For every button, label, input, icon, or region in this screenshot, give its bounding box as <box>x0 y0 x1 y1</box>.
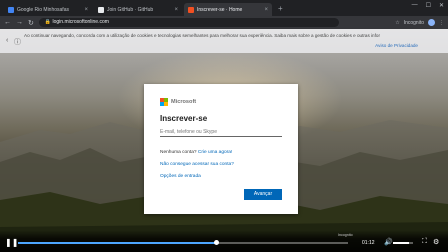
video-controls: Incognito ❚❚ 01:12 🔊 ⛶ ⚙ <box>0 230 448 252</box>
signin-title: Inscrever-se <box>160 114 208 123</box>
create-account-link[interactable]: Crie uma agora! <box>198 150 232 155</box>
tab-favicon-icon <box>98 6 104 13</box>
address-text: login.microsoftonline.com <box>52 19 109 25</box>
close-window-icon[interactable]: ✕ <box>439 2 444 9</box>
new-tab-button[interactable]: + <box>274 3 287 16</box>
tab-title: Inscrever-se · Home <box>197 6 243 13</box>
profile-label: Incognito <box>403 19 424 26</box>
forward-icon[interactable]: → <box>16 19 23 26</box>
browser-tab-active[interactable]: Inscrever-se · Home × <box>184 3 272 16</box>
star-icon[interactable]: ☆ <box>395 20 399 26</box>
tab-title: Join GitHub · GitHub <box>107 6 154 13</box>
seek-handle[interactable] <box>213 240 219 245</box>
volume-slider[interactable] <box>393 242 413 244</box>
menu-icon[interactable]: ⋮ <box>439 20 444 26</box>
lock-icon: 🔒 <box>44 19 52 25</box>
chevron-left-icon[interactable]: ‹ <box>6 37 8 44</box>
browser-toolbar: ← → ↻ 🔒 login.microsoftonline.com ☆ Inco… <box>0 16 448 29</box>
cookie-notice: Ao continuar navegando, concorda com a u… <box>24 33 380 38</box>
back-icon[interactable]: ← <box>4 19 11 26</box>
seek-bar[interactable] <box>18 240 348 245</box>
create-account-row: Nenhuma conta? Crie uma agora! <box>160 150 232 155</box>
window-controls: — ☐ ✕ <box>412 2 444 9</box>
tab-title: Google Rio Minhosafas <box>17 6 69 13</box>
volume-icon[interactable]: 🔊 <box>384 238 393 246</box>
close-tab-icon[interactable]: × <box>264 7 268 13</box>
signin-options-link[interactable]: Opções de entrada <box>160 174 201 179</box>
microsoft-logo: Microsoft <box>160 98 196 106</box>
time-display: 01:12 <box>362 240 375 246</box>
volume-level <box>393 242 409 244</box>
close-tab-icon[interactable]: × <box>84 7 88 13</box>
next-button[interactable]: Avançar <box>244 189 282 200</box>
close-tab-icon[interactable]: × <box>174 7 178 13</box>
info-icon: ⓘ <box>14 39 21 46</box>
tab-favicon-icon <box>188 6 194 13</box>
browser-tab[interactable]: Join GitHub · GitHub × <box>94 3 182 16</box>
tab-favicon-icon <box>8 6 14 13</box>
fullscreen-icon[interactable]: ⛶ <box>422 238 427 246</box>
email-field[interactable] <box>160 127 282 137</box>
privacy-link[interactable]: Aviso de Privacidade <box>375 43 418 48</box>
toolbar-right: ☆ Incognito ⋮ <box>395 19 444 26</box>
reload-icon[interactable]: ↻ <box>28 19 34 27</box>
browser-tab[interactable]: Google Rio Minhosafas × <box>4 3 92 16</box>
avatar[interactable] <box>428 19 435 26</box>
maximize-icon[interactable]: ☐ <box>426 2 431 9</box>
gear-icon[interactable]: ⚙ <box>433 238 439 246</box>
page-content: ‹ ⓘ Ao continuar navegando, concorda com… <box>0 29 448 252</box>
seek-progress <box>18 242 216 244</box>
brand-name: Microsoft <box>171 99 197 105</box>
tab-strip: Google Rio Minhosafas × Join GitHub · Gi… <box>0 0 448 16</box>
minimize-icon[interactable]: — <box>412 2 418 9</box>
pause-icon[interactable]: ❚❚ <box>5 238 18 247</box>
video-credit: Incognito <box>338 233 353 237</box>
windows-logo-icon <box>160 98 168 106</box>
cant-access-link[interactable]: Não consegue acessar sua conta? <box>160 162 234 167</box>
signin-card: Microsoft Inscrever-se Nenhuma conta? Cr… <box>144 84 298 214</box>
address-bar[interactable]: 🔒 login.microsoftonline.com <box>38 18 339 27</box>
no-account-text: Nenhuma conta? <box>160 150 197 155</box>
